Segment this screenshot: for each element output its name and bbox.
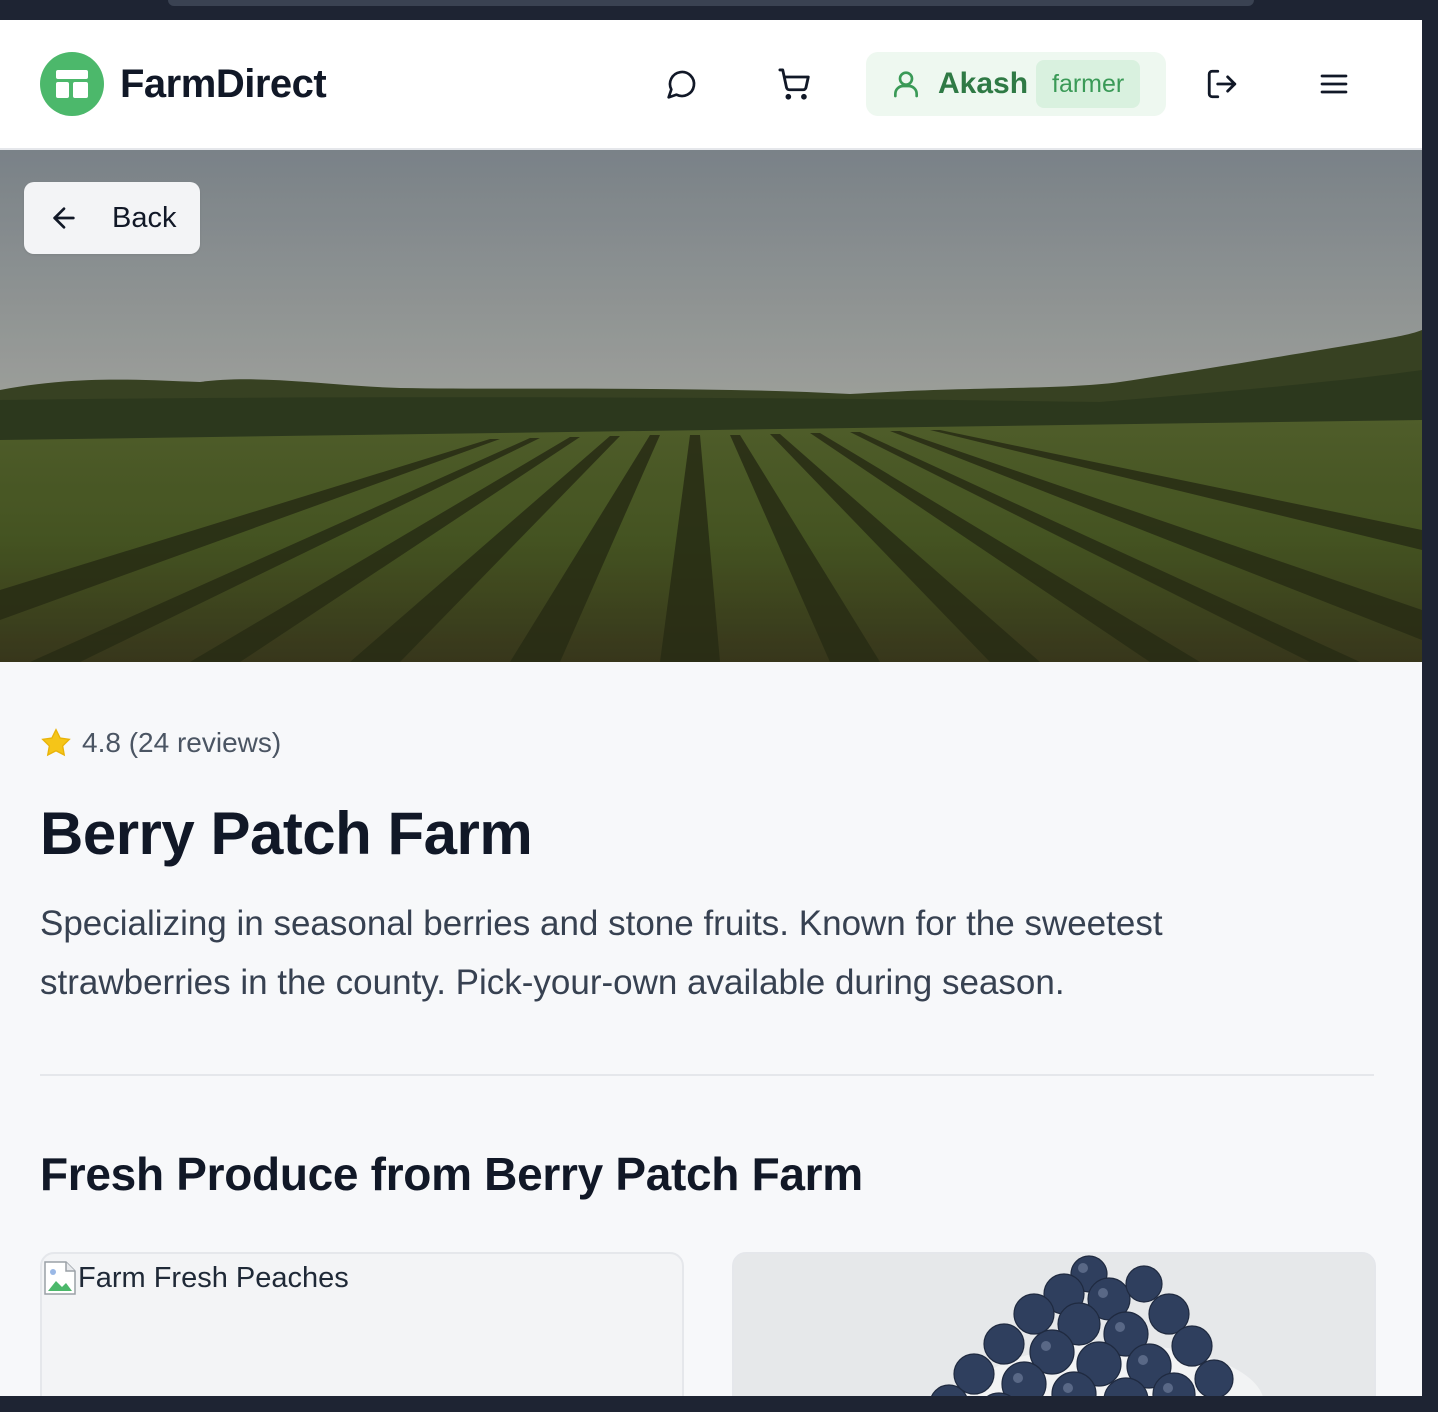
farm-name-heading: Berry Patch Farm	[40, 800, 533, 867]
broken-image-icon	[44, 1261, 76, 1295]
menu-icon[interactable]	[1314, 64, 1354, 104]
cart-icon[interactable]	[774, 64, 814, 104]
section-divider	[40, 1074, 1374, 1076]
back-button[interactable]: Back	[24, 182, 200, 254]
farm-rating: 4.8 (24 reviews)	[40, 726, 281, 760]
window-right-edge	[1422, 20, 1438, 1396]
chat-icon[interactable]	[662, 64, 702, 104]
logo-icon[interactable]	[40, 52, 104, 116]
logout-icon[interactable]	[1202, 64, 1242, 104]
produce-section-heading: Fresh Produce from Berry Patch Farm	[40, 1148, 863, 1200]
produce-image-alt: Farm Fresh Peaches	[78, 1262, 349, 1294]
produce-card[interactable]: Farm Fresh Peaches	[40, 1252, 684, 1396]
brand-name[interactable]: FarmDirect	[120, 60, 327, 108]
farm-hero-image: Back	[0, 150, 1422, 662]
page-viewport: FarmDirect Akash farmer Back 4.8 (24 rev…	[0, 20, 1422, 1396]
user-role-badge: farmer	[1036, 60, 1141, 108]
blueberries-image	[734, 1254, 1374, 1396]
browser-top-strip	[0, 0, 1438, 20]
farm-description: Specializing in seasonal berries and sto…	[40, 904, 1163, 1002]
browser-address-bar-edge	[168, 0, 1254, 6]
navbar: FarmDirect Akash farmer	[0, 20, 1422, 150]
back-button-label: Back	[112, 202, 177, 234]
arrow-left-icon	[53, 207, 75, 229]
user-icon	[894, 71, 918, 98]
user-profile-chip[interactable]: Akash farmer	[866, 52, 1166, 116]
field-photo	[0, 150, 1422, 662]
produce-card[interactable]	[732, 1252, 1376, 1396]
window-bottom-edge	[0, 1396, 1438, 1412]
rating-text: 4.8 (24 reviews)	[82, 727, 282, 758]
broken-image: Farm Fresh Peaches	[44, 1258, 349, 1298]
star-icon	[41, 728, 71, 757]
user-name: Akash	[938, 67, 1029, 100]
